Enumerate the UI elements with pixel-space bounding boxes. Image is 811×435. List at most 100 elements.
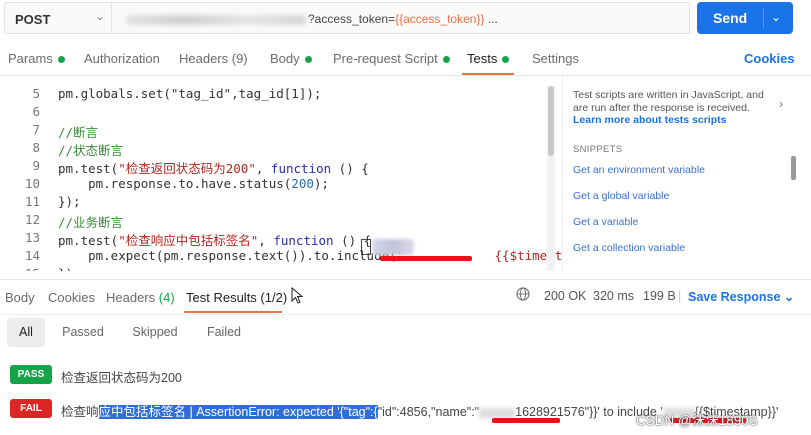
save-response-button[interactable]: Save Response ⌄ xyxy=(688,289,794,304)
code-comment: //业务断言 xyxy=(58,215,124,230)
code-editor[interactable]: 5 pm.globals.set("tag_id",tag_id[1]); 6 … xyxy=(0,86,562,271)
code-text: pm.response.to.have.status(200); xyxy=(58,176,329,191)
line-number: 15 xyxy=(0,266,40,271)
tab-settings[interactable]: Settings xyxy=(532,51,579,66)
code-line: 8 //状态断言 xyxy=(0,140,562,158)
line-number: 13 xyxy=(24,230,40,245)
tab-label: Tests xyxy=(467,51,498,66)
snippet-get-variable[interactable]: Get a variable xyxy=(573,216,638,228)
code-line: 7 //断言 xyxy=(0,122,562,140)
code-line: 15 }); xyxy=(0,266,562,271)
code-line: 9 pm.test("检查返回状态码为200", function () { xyxy=(0,158,562,176)
tab-params[interactable]: Params xyxy=(8,51,65,66)
red-underline-annotation xyxy=(380,256,472,261)
redacted-text xyxy=(372,239,414,255)
red-underline-annotation xyxy=(492,418,560,423)
res-tab-test-results[interactable]: Test Results (1/2) xyxy=(186,290,287,305)
tab-label: Pre-request Script xyxy=(333,51,438,66)
watermark: CSDN @沫沫1890S xyxy=(636,413,758,428)
line-number: 14 xyxy=(24,248,40,263)
code-line: 5 pm.globals.set("tag_id",tag_id[1]); xyxy=(0,86,562,104)
response-time: 320 ms xyxy=(593,289,634,303)
tab-label: Body xyxy=(270,51,300,66)
headers-count: (4) xyxy=(158,290,175,305)
code-text: }); xyxy=(58,194,81,209)
send-divider xyxy=(763,8,764,28)
active-tab-indicator xyxy=(184,311,282,313)
method-label: POST xyxy=(15,12,51,27)
filter-passed[interactable]: Passed xyxy=(53,318,113,347)
chevron-right-icon[interactable]: › xyxy=(779,96,783,111)
line-number: 10 xyxy=(24,176,40,191)
tab-body[interactable]: Body xyxy=(270,51,312,66)
res-tab-body[interactable]: Body xyxy=(5,290,35,305)
code-comment: //断言 xyxy=(58,125,99,140)
code-text: pm.expect(pm.response.text()).to.include… xyxy=(58,248,562,263)
snippet-get-global-variable[interactable]: Get a global variable xyxy=(573,190,669,202)
scroll-thumb[interactable] xyxy=(548,86,554,156)
save-response-label: Save Response xyxy=(688,290,781,304)
editor-scrollbar[interactable] xyxy=(547,86,555,271)
url-variable: {{access_token}} xyxy=(395,12,485,26)
code-line: 11 }); xyxy=(0,194,562,212)
send-button[interactable]: Send ⌄ xyxy=(697,2,793,34)
method-select[interactable]: POST ⌄ xyxy=(4,2,112,34)
line-number: 8 xyxy=(32,140,40,155)
snippets-panel: Test scripts are written in JavaScript, … xyxy=(562,76,811,272)
result-text: 检查返回状态码为200 xyxy=(61,371,182,385)
result-filters: All Passed Skipped Failed xyxy=(7,318,267,347)
url-suffix: ?access_token= xyxy=(308,12,396,26)
snippets-scrollbar[interactable] xyxy=(791,156,796,180)
send-label: Send xyxy=(713,10,748,26)
filter-skipped[interactable]: Skipped xyxy=(125,318,185,347)
tests-info-text: Test scripts are written in JavaScript, … xyxy=(573,89,764,114)
url-input[interactable]: ?access_token={{access_token}} ... xyxy=(112,2,690,34)
response-size: 199 B xyxy=(643,289,676,303)
code-line: 6 xyxy=(0,104,562,122)
filter-failed[interactable]: Failed xyxy=(199,318,249,347)
result-text-part: "id":4856,"name":" xyxy=(377,405,480,419)
code-line: 14 pm.expect(pm.response.text()).to.incl… xyxy=(0,248,562,266)
snippet-get-environment-variable[interactable]: Get an environment variable xyxy=(573,164,705,176)
res-tab-cookies[interactable]: Cookies xyxy=(48,290,95,305)
line-number: 9 xyxy=(32,158,40,173)
divider: | xyxy=(678,289,682,303)
tab-tests[interactable]: Tests xyxy=(467,51,510,66)
cookies-link[interactable]: Cookies xyxy=(744,51,795,66)
chevron-down-icon[interactable]: ⌄ xyxy=(771,10,781,24)
line-number: 11 xyxy=(24,194,40,209)
active-dot-icon xyxy=(442,56,450,64)
code-line: 12 //业务断言 xyxy=(0,212,562,230)
filter-all[interactable]: All xyxy=(7,318,45,347)
chevron-down-icon: ⌄ xyxy=(783,290,795,304)
tab-label: Headers xyxy=(106,290,156,305)
globe-icon[interactable] xyxy=(516,287,530,301)
line-number: 7 xyxy=(32,122,40,137)
tab-pre-request-script[interactable]: Pre-request Script xyxy=(333,51,450,66)
status-code: 200 OK xyxy=(544,289,587,303)
line-number: 6 xyxy=(32,104,40,119)
mouse-cursor-icon xyxy=(291,287,304,304)
result-text-part: 检查响 xyxy=(61,405,99,419)
tab-headers[interactable]: Headers (9) xyxy=(179,51,248,66)
code-line: 13 pm.test("检查响应中包括标签名", function () { xyxy=(0,230,562,248)
redacted-text xyxy=(479,407,516,418)
url-redacted xyxy=(126,14,306,25)
tab-authorization[interactable]: Authorization xyxy=(84,51,160,66)
line-number: 12 xyxy=(24,212,40,227)
line-number: 5 xyxy=(32,86,40,101)
selected-text: 应中包括标签名 | AssertionError: expected '{"ta… xyxy=(98,405,378,419)
tab-label: Params xyxy=(8,51,53,66)
res-tab-headers[interactable]: Headers (4) xyxy=(106,290,175,305)
code-text: pm.test("检查返回状态码为200", function () { xyxy=(58,161,369,176)
chevron-down-icon: ⌄ xyxy=(95,9,106,23)
snippets-heading: SNIPPETS xyxy=(573,144,623,155)
snippet-get-collection-variable[interactable]: Get a collection variable xyxy=(573,242,685,254)
active-dot-icon xyxy=(57,56,65,64)
code-text: pm.test("检查响应中包括标签名", function () { xyxy=(58,233,372,248)
request-bar: POST ⌄ ?access_token={{access_token}} ..… xyxy=(0,0,811,37)
active-dot-icon xyxy=(304,56,312,64)
active-tab-indicator xyxy=(462,73,514,75)
bracket-highlight xyxy=(361,239,371,255)
learn-more-link[interactable]: Learn more about tests scripts xyxy=(573,114,726,126)
